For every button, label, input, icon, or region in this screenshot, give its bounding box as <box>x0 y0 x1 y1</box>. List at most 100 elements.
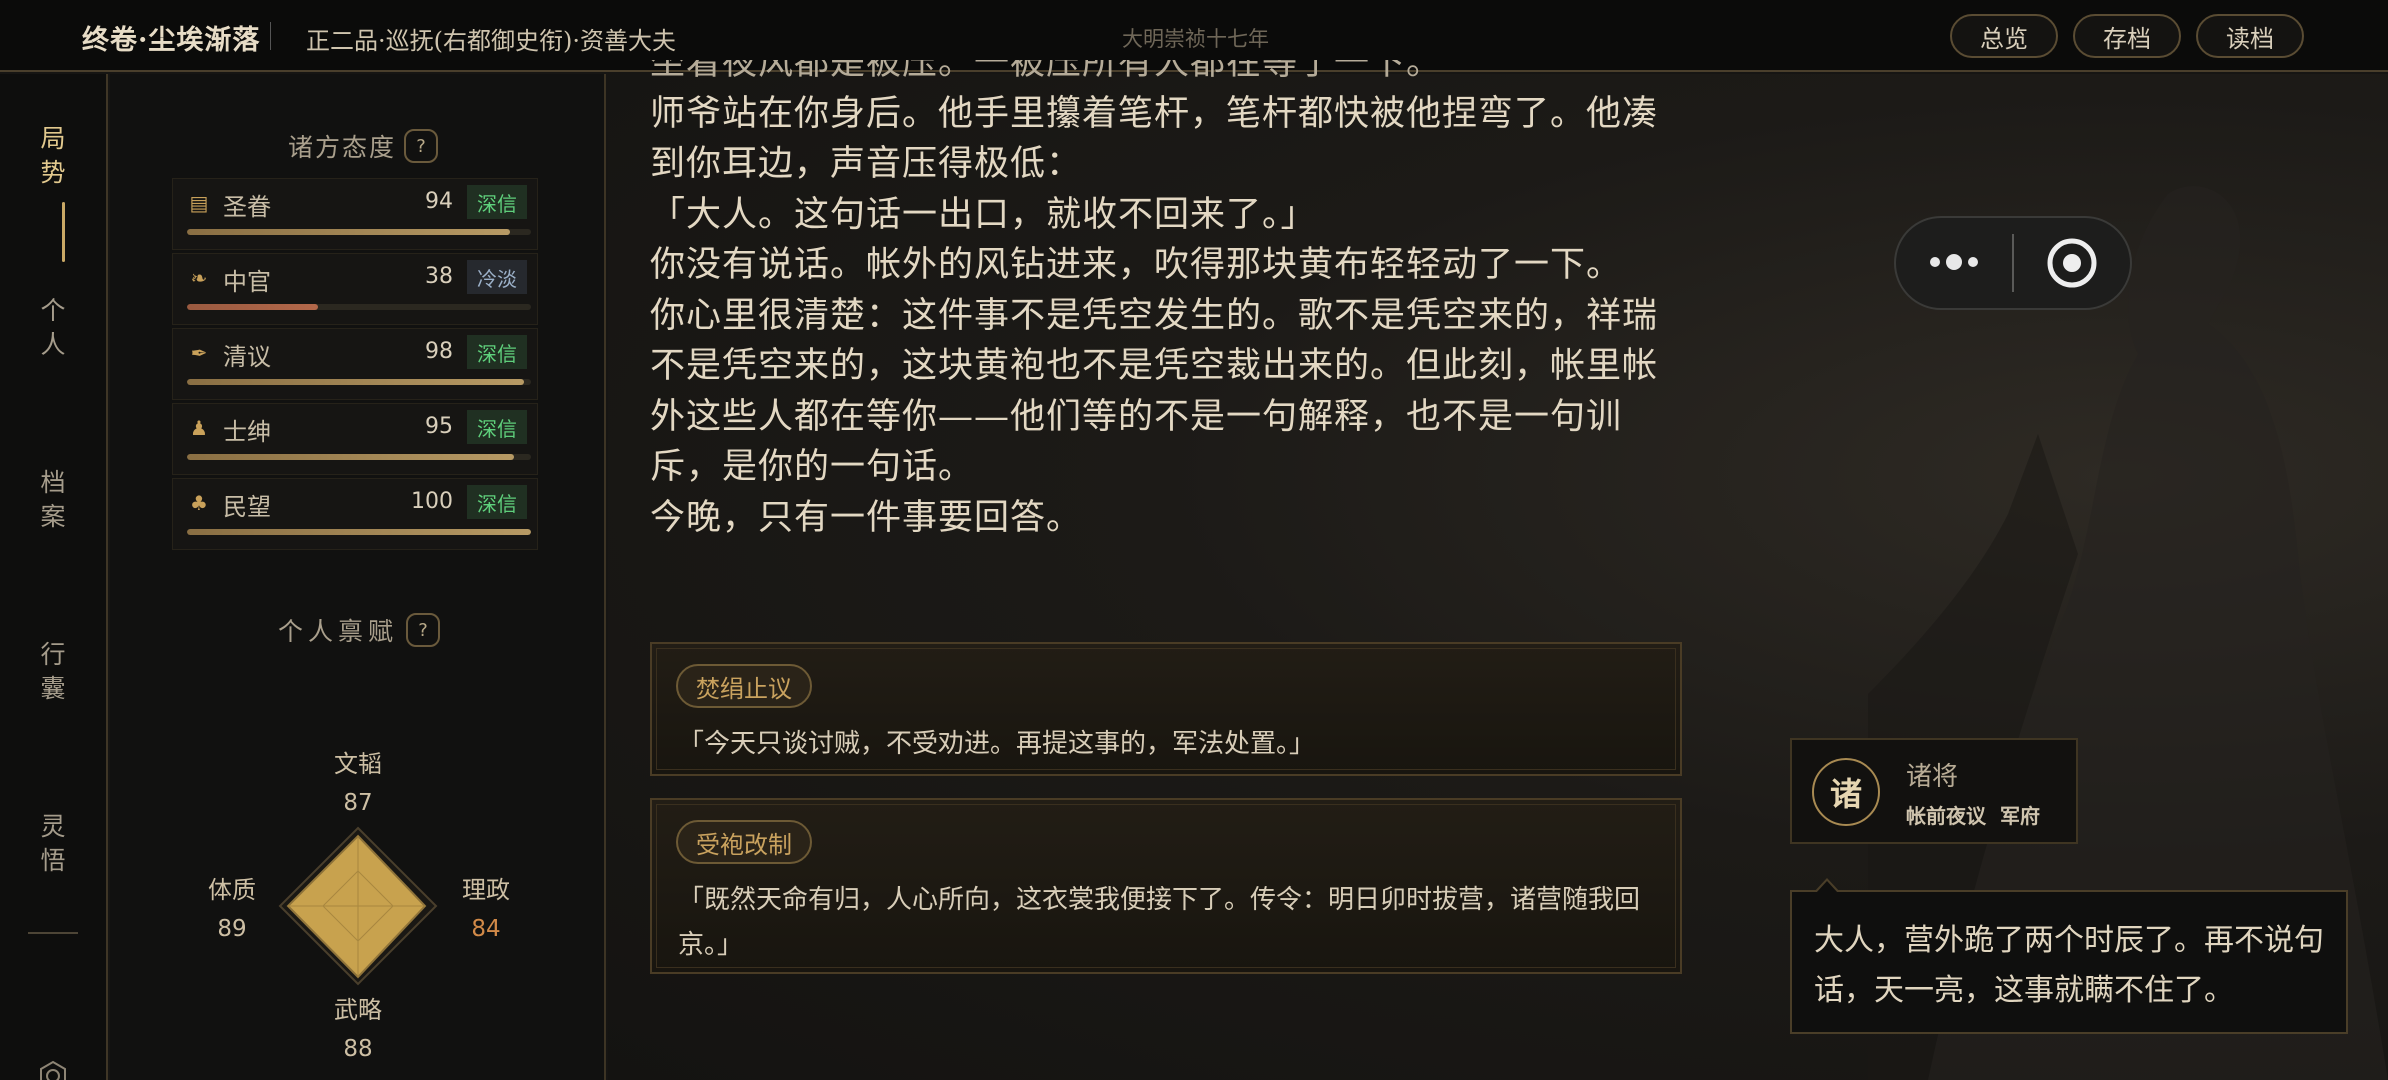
close-target-icon[interactable] <box>2014 237 2130 289</box>
choice-option[interactable]: 受袍改制 「既然天命有归，人心所向，这衣裳我便接下了。传令：明日卯时拔营，诸营随… <box>650 798 1682 974</box>
attitude-bar-fill <box>187 454 514 460</box>
story-paragraph: 你心里很清楚：这件事不是凭空发生的。歌不是凭空来的，祥瑞不是凭空来的，这块黄袍也… <box>650 295 1659 488</box>
title-divider <box>270 22 271 50</box>
attitude-row: ❧ 中官 38 冷淡 <box>172 253 538 325</box>
nav-tab-char: 人 <box>40 330 66 359</box>
nav-tab-char: 势 <box>40 158 66 187</box>
radar-label-bottom: 武略 <box>334 996 382 1024</box>
choice-option[interactable]: 焚绢止议 「今天只谈讨贼，不受劝进。再提这事的，军法处置。」 <box>650 642 1682 776</box>
nav-tab-char: 囊 <box>40 674 66 703</box>
speaker-name: 诸将 <box>1906 762 1959 792</box>
nav-tab-insight[interactable]: 灵 悟 <box>0 810 106 878</box>
attitude-badge: 深信 <box>467 410 527 444</box>
attitudes-help-button[interactable]: ? <box>404 129 439 163</box>
stats-panel: 诸方态度 ? ▤ 圣眷 94 深信 ❧ 中官 38 冷淡 ✒ 清议 98 深信 … <box>110 74 606 1080</box>
attitude-name: 中官 <box>223 268 271 296</box>
talent-radar: 文韬 87 理政 84 武略 88 体质 89 <box>110 704 606 1080</box>
attitude-value: 94 <box>425 189 453 214</box>
attitude-row: ♟ 士绅 95 深信 <box>172 403 538 475</box>
active-tab-indicator <box>62 202 65 262</box>
nav-tab-char: 行 <box>40 640 66 669</box>
talents-help-button[interactable]: ? <box>406 613 441 647</box>
attitude-value: 98 <box>425 339 453 364</box>
attitude-name: 士绅 <box>223 418 271 446</box>
nav-tab-archive[interactable]: 档 案 <box>0 466 106 534</box>
attitude-bar <box>187 454 531 460</box>
dialogue-bubble: 大人，营外跪了两个时辰了。再不说句话，天一亮，这事就瞒不住了。 <box>1790 878 2348 1034</box>
settings-icon[interactable] <box>37 1060 69 1080</box>
scroll-icon: ▤ <box>189 191 209 215</box>
nav-tab-inventory[interactable]: 行 囊 <box>0 638 106 706</box>
attitude-value: 100 <box>411 489 453 514</box>
speaker-tags: 帐前夜议 军府 <box>1906 800 2040 829</box>
radar-value-bottom: 88 <box>343 1036 373 1062</box>
nav-tab-char: 局 <box>40 124 66 153</box>
radar-label-right: 理政 <box>462 876 510 904</box>
speaker-tag: 帐前夜议 <box>1906 804 1986 828</box>
choice-tag: 受袍改制 <box>676 820 812 864</box>
attitude-badge: 深信 <box>467 485 527 519</box>
nav-tab-situation[interactable]: 局 势 <box>0 122 106 190</box>
story-paragraph: 「大人。这句话一出口，就收不回来了。」 <box>650 194 1317 235</box>
story-text: 坐着夜风都是被压。一被压所有人都在等了一下。 师爷站在你身后。他手里攥着笔杆，笔… <box>608 60 1668 543</box>
attitude-badge: 深信 <box>467 185 527 219</box>
game-title: 终卷·尘埃渐落 <box>82 25 261 56</box>
load-button[interactable]: 读档 <box>2196 14 2304 58</box>
crowd-icon: ♣ <box>190 491 208 515</box>
nav-tab-char: 档 <box>40 468 66 497</box>
radar-label-left: 体质 <box>208 876 256 904</box>
story-paragraph: 今晚，只有一件事要回答。 <box>650 497 1083 538</box>
nav-tab-char: 个 <box>40 296 66 325</box>
choice-text: 「既然天命有归，人心所向，这衣裳我便接下了。传令：明日卯时拔营，诸营随我回京。」 <box>678 885 1641 960</box>
attitude-row: ✒ 清议 98 深信 <box>172 328 538 400</box>
nav-tab-char: 案 <box>40 502 66 531</box>
attitude-row: ▤ 圣眷 94 深信 <box>172 178 538 250</box>
speaker-avatar: 诸 <box>1812 758 1880 826</box>
talents-title: 个人禀赋 <box>278 617 399 646</box>
dialogue-text: 大人，营外跪了两个时辰了。再不说句话，天一亮，这事就瞒不住了。 <box>1814 923 2324 1008</box>
radar-value-right: 84 <box>471 916 501 942</box>
attitude-badge: 冷淡 <box>467 260 527 294</box>
story-clipped-line: 坐着夜风都是被压。一被压所有人都在等了一下。 <box>650 60 1443 83</box>
attitude-row: ♣ 民望 100 深信 <box>172 478 538 550</box>
nav-tab-personal[interactable]: 个 人 <box>0 294 106 362</box>
era-label: 大明崇祯十七年 <box>1122 27 1269 51</box>
attitude-name: 民望 <box>223 493 271 521</box>
scholar-icon: ♟ <box>190 416 208 440</box>
attitude-value: 95 <box>425 414 453 439</box>
attitudes-title: 诸方态度 <box>288 133 397 162</box>
attitude-bar-fill <box>187 529 531 535</box>
attitude-bar <box>187 304 531 310</box>
nav-divider <box>28 932 78 934</box>
attitude-bar-fill <box>187 379 525 385</box>
attitude-badge: 深信 <box>467 335 527 369</box>
attitude-list: ▤ 圣眷 94 深信 ❧ 中官 38 冷淡 ✒ 清议 98 深信 ♟ 士绅 95… <box>172 178 538 553</box>
attitude-bar-fill <box>187 229 511 235</box>
attitude-name: 清议 <box>223 343 271 371</box>
more-options-icon[interactable] <box>1896 253 2012 270</box>
save-button[interactable]: 存档 <box>2073 14 2181 58</box>
radar-label-top: 文韬 <box>334 750 382 778</box>
radar-shape <box>278 826 438 986</box>
mini-program-capsule <box>1894 216 2132 310</box>
official-rank: 正二品·巡抚(右都御史衔)·资善大夫 <box>306 27 676 55</box>
story-paragraph: 你没有说话。帐外的风钻进来，吹得那块黄布轻轻动了一下。 <box>650 245 1623 285</box>
choice-tag: 焚绢止议 <box>676 664 812 708</box>
side-nav: 局 势 个 人 档 案 行 囊 灵 悟 <box>0 74 108 1080</box>
radar-value-left: 89 <box>217 916 247 942</box>
radar-value-top: 87 <box>343 790 373 816</box>
quill-icon: ✒ <box>190 341 208 365</box>
story-pane: 坐着夜风都是被压。一被压所有人都在等了一下。 师爷站在你身后。他手里攥着笔杆，笔… <box>608 60 2388 1080</box>
nav-tab-char: 灵 <box>40 812 66 841</box>
attitude-bar <box>187 379 531 385</box>
attitude-value: 38 <box>425 264 453 289</box>
speaker-tag: 军府 <box>2000 804 2040 828</box>
speaker-card: 诸 诸将 帐前夜议 军府 <box>1790 738 2078 844</box>
attitude-bar <box>187 229 531 235</box>
attitudes-header: 诸方态度 ? <box>288 128 439 164</box>
attitude-bar-fill <box>187 304 318 310</box>
talents-header: 个人禀赋 ? <box>278 612 441 648</box>
choice-text: 「今天只谈讨贼，不受劝进。再提这事的，军法处置。」 <box>678 729 1316 759</box>
attitude-bar <box>187 529 531 535</box>
overview-button[interactable]: 总览 <box>1950 14 2058 58</box>
